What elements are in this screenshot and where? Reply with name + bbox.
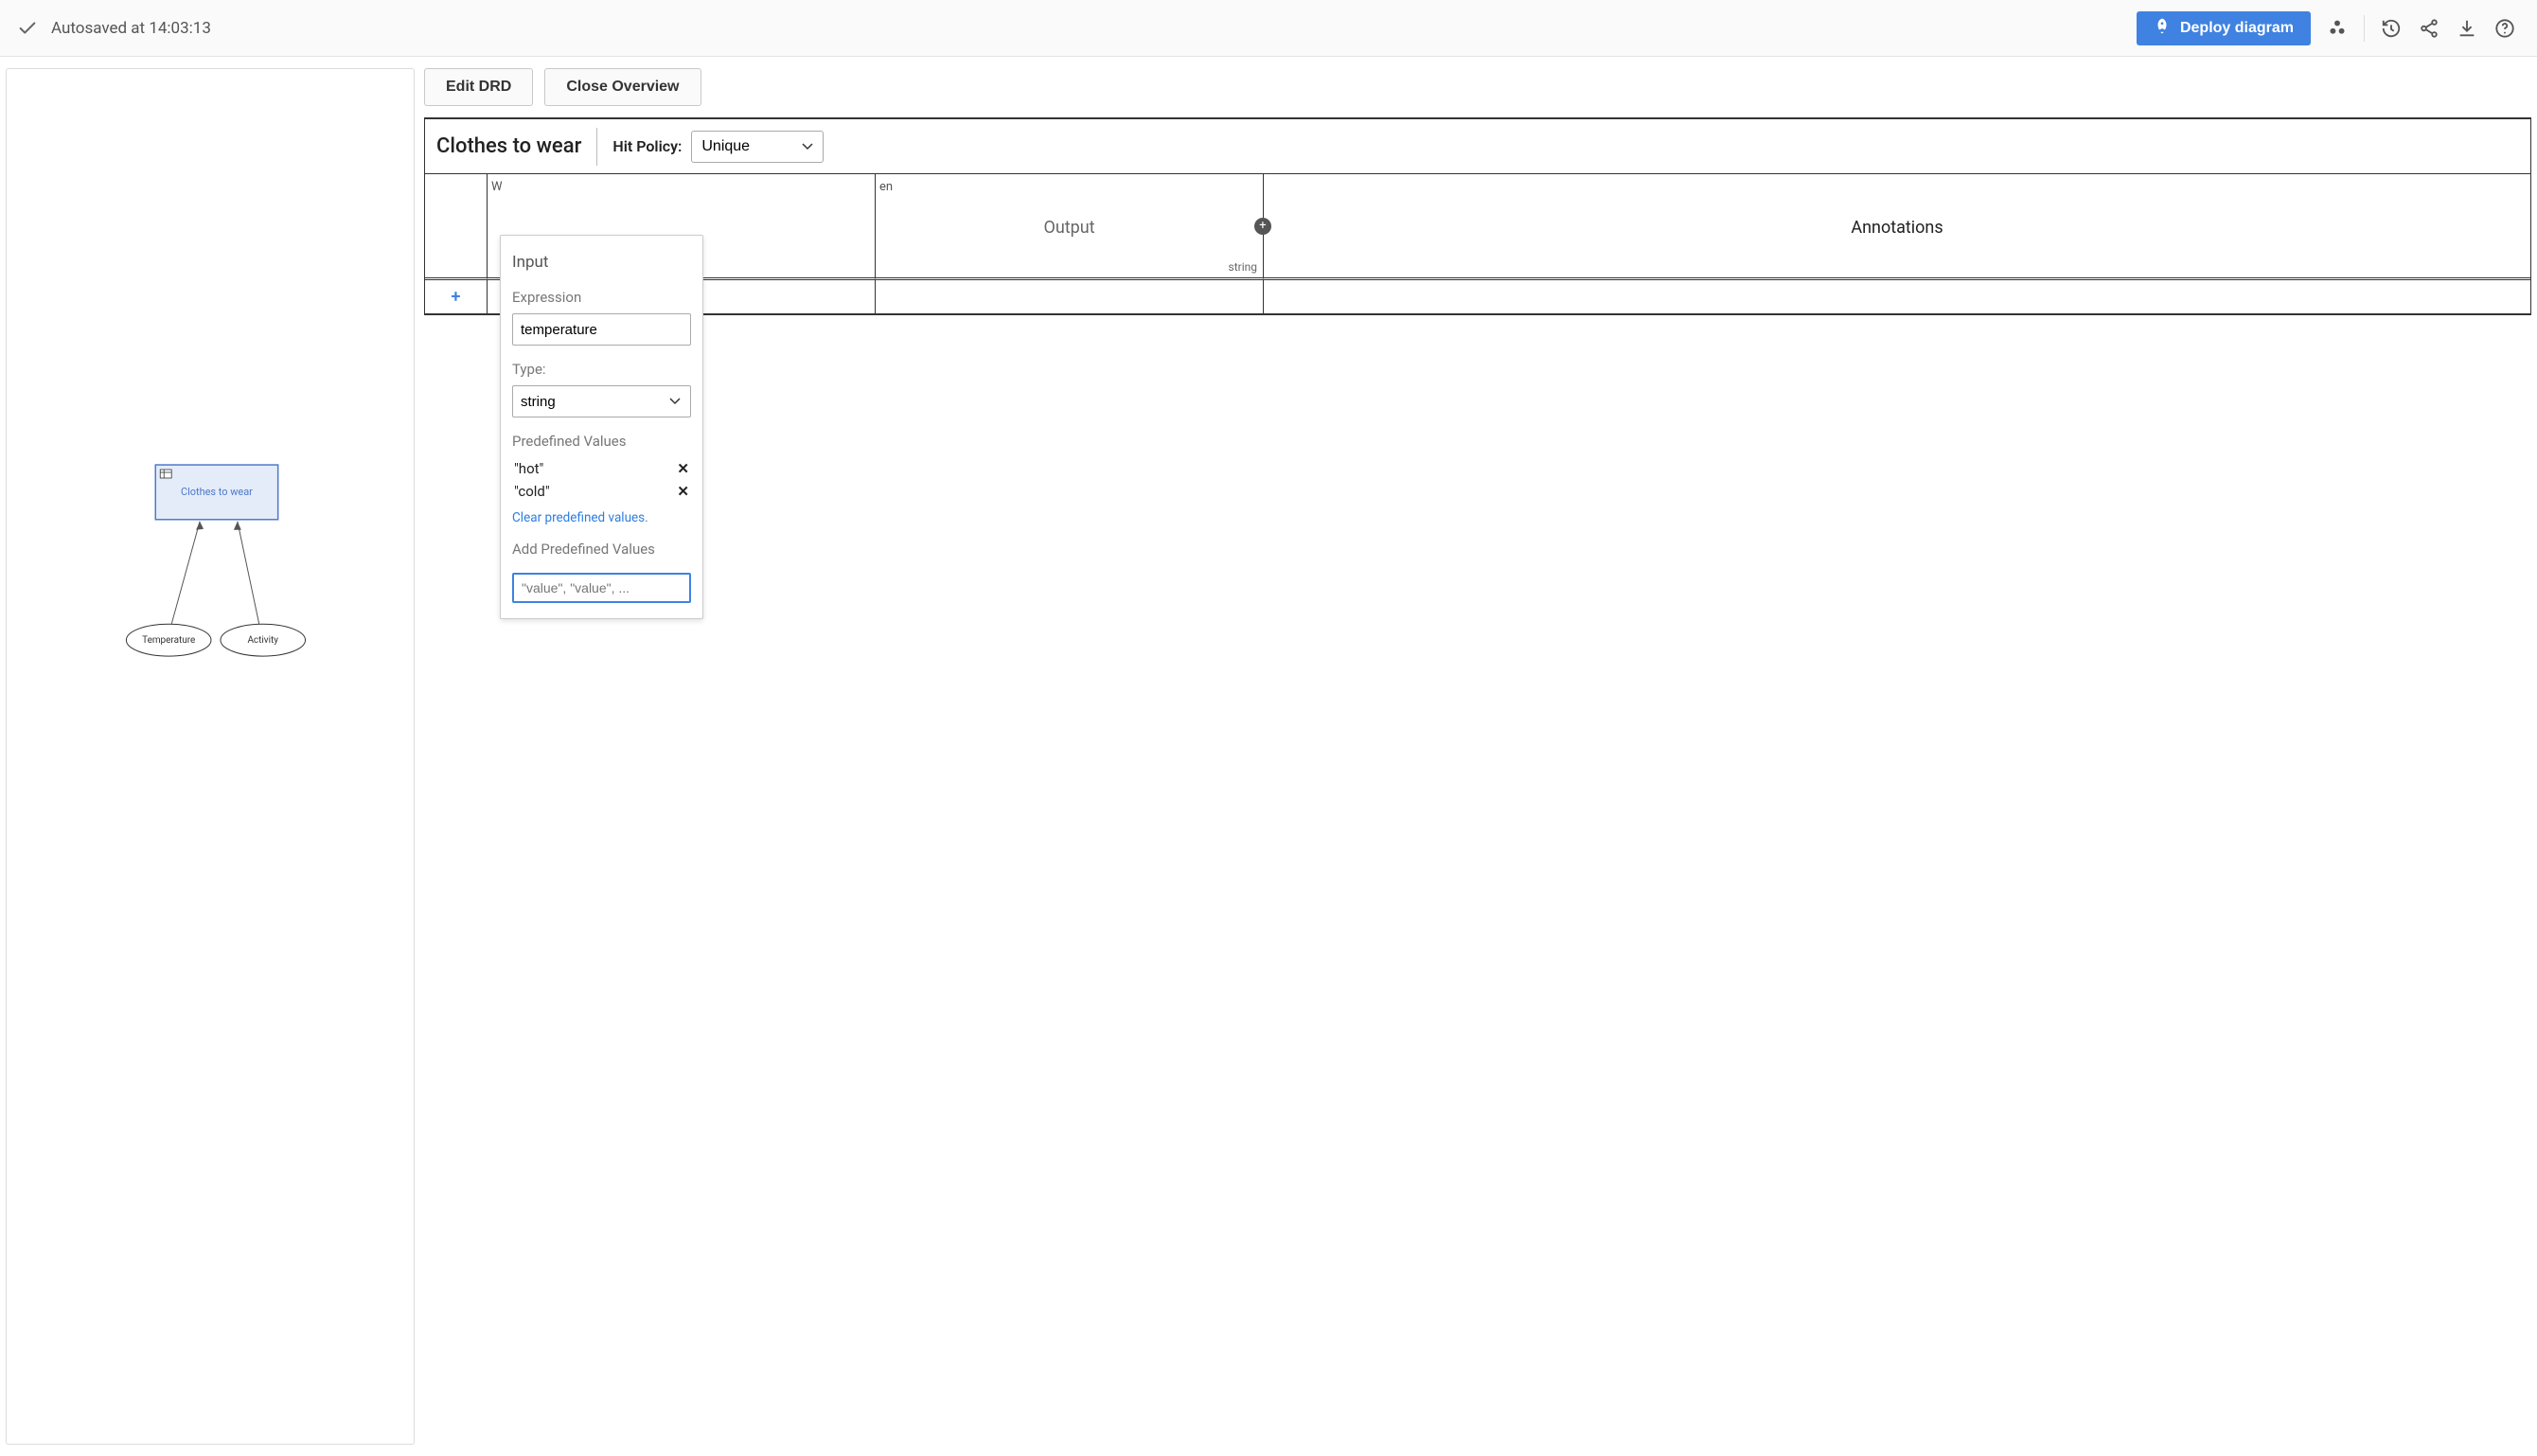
add-predefined-label: Add Predefined Values bbox=[512, 541, 691, 558]
drd-edge-1 bbox=[171, 522, 200, 624]
annotations-header-cell[interactable]: Annotations bbox=[1264, 174, 2530, 280]
when-label-fragment: W bbox=[491, 180, 503, 194]
expression-input[interactable] bbox=[512, 313, 691, 346]
topbar-separator bbox=[2364, 15, 2365, 42]
topbar-left: Autosaved at 14:03:13 bbox=[17, 18, 211, 39]
decision-table-header: Clothes to wear Hit Policy: Unique bbox=[425, 119, 2530, 174]
predefined-value-text: "hot" bbox=[514, 460, 543, 477]
deploy-button-label: Deploy diagram bbox=[2180, 20, 2294, 37]
modules-icon[interactable] bbox=[2326, 17, 2349, 40]
rocket-icon bbox=[2154, 17, 2171, 39]
predefined-value-text: "cold" bbox=[514, 483, 550, 500]
arrowhead-1 bbox=[196, 522, 204, 530]
edit-drd-button[interactable]: Edit DRD bbox=[424, 68, 533, 106]
help-icon[interactable] bbox=[2493, 17, 2516, 40]
predefined-values-label: Predefined Values bbox=[512, 433, 691, 450]
decision-table-pane: Edit DRD Close Overview Clothes to wear … bbox=[424, 68, 2531, 1445]
clear-predefined-values-link[interactable]: Clear predefined values. bbox=[512, 510, 648, 525]
check-icon bbox=[17, 18, 38, 39]
close-overview-button[interactable]: Close Overview bbox=[544, 68, 701, 106]
hit-policy-select[interactable]: Unique bbox=[691, 131, 824, 163]
header-separator bbox=[596, 128, 597, 166]
new-rule-output-cell[interactable] bbox=[876, 280, 1264, 314]
drd-diagram: Clothes to wear Temperature Activity bbox=[7, 69, 414, 785]
annotations-header-label: Annotations bbox=[1851, 218, 1943, 238]
output-header-label: Output bbox=[1043, 218, 1094, 238]
download-icon[interactable] bbox=[2456, 17, 2478, 40]
index-header-cell bbox=[425, 174, 488, 280]
type-select[interactable]: string bbox=[512, 385, 691, 417]
new-rule-annotation-cell[interactable] bbox=[1264, 280, 2530, 314]
autosave-status: Autosaved at 14:03:13 bbox=[51, 19, 211, 38]
predefined-values-list: "hot" ✕ "cold" ✕ bbox=[512, 457, 691, 503]
remove-predefined-value-button[interactable]: ✕ bbox=[677, 483, 689, 500]
predefined-value-item: "hot" ✕ bbox=[512, 457, 691, 480]
type-label: Type: bbox=[512, 361, 691, 378]
deploy-button[interactable]: Deploy diagram bbox=[2137, 11, 2311, 45]
decision-table: Clothes to wear Hit Policy: Unique W en … bbox=[424, 117, 2531, 315]
add-output-column-button[interactable]: + bbox=[1254, 218, 1271, 235]
main-area: Clothes to wear Temperature Activity Edi… bbox=[0, 57, 2537, 1456]
remove-predefined-value-button[interactable]: ✕ bbox=[677, 460, 689, 477]
topbar: Autosaved at 14:03:13 Deploy diagram bbox=[0, 0, 2537, 57]
input-node-temperature-label: Temperature bbox=[142, 635, 195, 646]
table-header-row: W en Output string + Annotations bbox=[425, 174, 2530, 280]
topbar-right: Deploy diagram bbox=[2137, 11, 2516, 45]
input-column-popover: Input Expression Type: string Predefined… bbox=[500, 235, 703, 619]
pane-toolbar: Edit DRD Close Overview bbox=[424, 68, 2531, 106]
arrowhead-2 bbox=[234, 522, 241, 530]
drd-edge-2 bbox=[238, 522, 259, 624]
table-add-row: + bbox=[425, 280, 2530, 314]
decision-table-title[interactable]: Clothes to wear bbox=[436, 134, 581, 158]
decision-node-label: Clothes to wear bbox=[181, 486, 253, 498]
input-node-activity-label: Activity bbox=[247, 635, 278, 646]
popover-heading: Input bbox=[512, 253, 691, 272]
add-row-cell: + bbox=[425, 280, 488, 314]
output-header-cell[interactable]: en Output string + bbox=[876, 174, 1264, 280]
predefined-value-item: "cold" ✕ bbox=[512, 480, 691, 503]
history-icon[interactable] bbox=[2380, 17, 2403, 40]
expression-label: Expression bbox=[512, 289, 691, 306]
output-type-footer: string bbox=[1229, 260, 1257, 274]
then-label-fragment: en bbox=[879, 180, 893, 194]
drd-overview-pane[interactable]: Clothes to wear Temperature Activity bbox=[6, 68, 415, 1445]
add-predefined-value-input[interactable] bbox=[512, 573, 691, 603]
hit-policy-label: Hit Policy: bbox=[612, 137, 682, 155]
share-icon[interactable] bbox=[2418, 17, 2440, 40]
table-glyph-icon bbox=[160, 470, 171, 478]
add-rule-button[interactable]: + bbox=[425, 280, 487, 313]
